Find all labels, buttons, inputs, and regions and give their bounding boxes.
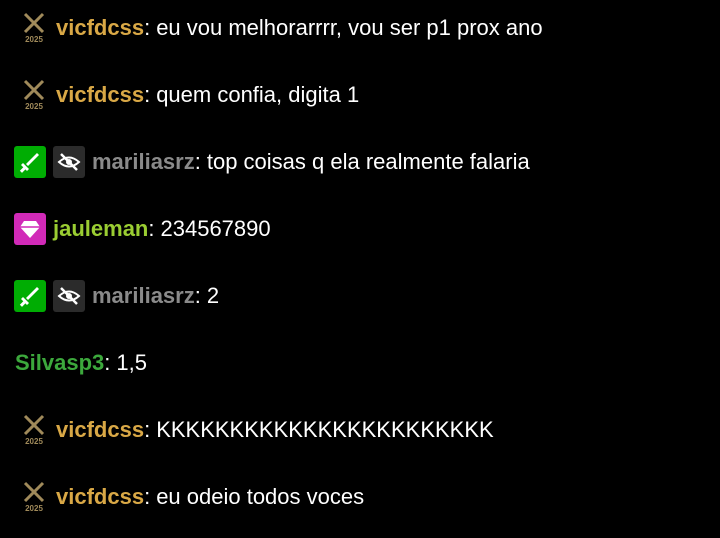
username[interactable]: vicfdcss: [56, 417, 144, 443]
message-text: 234567890: [160, 216, 271, 241]
message-separator: :: [148, 216, 155, 241]
message-text: 1,5: [116, 350, 147, 375]
svg-text:2025: 2025: [25, 35, 43, 44]
chat-message: mariliasrz : top coisas q ela realmente …: [14, 145, 530, 179]
chat-message: 2025 vicfdcss : KKKKKKKKKKKKKKKKKKKKKKK: [14, 413, 494, 447]
message-separator: :: [144, 82, 151, 107]
message-separator: :: [144, 484, 151, 509]
gem-icon[interactable]: [14, 213, 46, 245]
message-text: eu odeio todos voces: [156, 484, 365, 509]
svg-text:2025: 2025: [25, 102, 43, 111]
message-separator: :: [144, 15, 151, 40]
chat-message: mariliasrz : 2: [14, 279, 219, 313]
svg-text:2025: 2025: [25, 437, 43, 446]
username[interactable]: mariliasrz: [92, 149, 195, 175]
chat-message: 2025 vicfdcss : quem confia, digita 1: [14, 78, 359, 112]
chat-message: 2025 vicfdcss : eu vou melhorarrrr, vou …: [14, 11, 543, 45]
svg-text:2025: 2025: [25, 504, 43, 513]
username[interactable]: jauleman: [53, 216, 148, 242]
username[interactable]: vicfdcss: [56, 82, 144, 108]
chat-message: 2025 vicfdcss : eu odeio todos voces: [14, 480, 364, 514]
sword-icon[interactable]: [14, 146, 46, 178]
username[interactable]: Silvasp3: [15, 350, 104, 376]
message-text: top coisas q ela realmente falaria: [206, 149, 530, 174]
message-text: KKKKKKKKKKKKKKKKKKKKKKK: [156, 417, 494, 442]
message-text: eu vou melhorarrrr, vou ser p1 prox ano: [156, 15, 543, 40]
chat-message: jauleman : 234567890: [14, 212, 271, 246]
message-separator: :: [144, 417, 151, 442]
chat-message: Silvasp3 : 1,5: [15, 346, 147, 380]
vct-2025-icon[interactable]: 2025: [18, 12, 50, 44]
message-text: 2: [206, 283, 220, 308]
vct-2025-icon[interactable]: 2025: [18, 79, 50, 111]
sword-icon[interactable]: [14, 280, 46, 312]
message-separator: :: [194, 283, 201, 308]
vct-2025-icon[interactable]: 2025: [18, 414, 50, 446]
username[interactable]: vicfdcss: [56, 15, 144, 41]
vct-2025-icon[interactable]: 2025: [18, 481, 50, 513]
message-separator: :: [194, 149, 201, 174]
message-separator: :: [104, 350, 111, 375]
chat-log: 2025 vicfdcss : eu vou melhorarrrr, vou …: [0, 0, 720, 538]
message-text: quem confia, digita 1: [156, 82, 360, 107]
no-audio-icon[interactable]: [53, 280, 85, 312]
no-audio-icon[interactable]: [53, 146, 85, 178]
username[interactable]: vicfdcss: [56, 484, 144, 510]
username[interactable]: mariliasrz: [92, 283, 195, 309]
